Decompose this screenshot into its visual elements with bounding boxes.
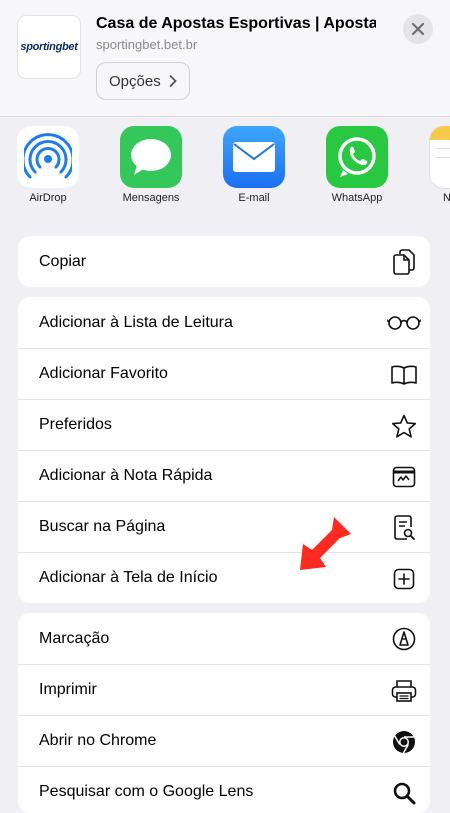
- action-label: Adicionar à Lista de Leitura: [39, 313, 233, 331]
- find-in-page-icon: [391, 515, 417, 541]
- action-label: Abrir no Chrome: [39, 732, 157, 749]
- app-airdrop[interactable]: AirDrop: [8, 126, 88, 204]
- site-logo: sportingbet: [20, 41, 78, 53]
- notes-icon: [430, 126, 450, 188]
- search-icon: [391, 780, 417, 806]
- action-label: Buscar na Página: [39, 518, 166, 535]
- mail-icon: [223, 126, 285, 188]
- app-mail[interactable]: E-mail: [214, 126, 294, 204]
- chevron-right-icon: [169, 75, 177, 87]
- book-icon: [391, 362, 417, 388]
- quick-note-icon: [391, 464, 417, 490]
- markup-icon: [391, 626, 417, 652]
- app-messages[interactable]: Mensagens: [111, 126, 191, 204]
- action-reading-list[interactable]: Adicionar à Lista de Leitura: [18, 297, 430, 348]
- action-open-in-chrome[interactable]: Abrir no Chrome: [18, 715, 430, 766]
- airdrop-icon: [17, 126, 79, 188]
- action-group-tools: Marcação Imprimir Abrir no Chrome Pesqui…: [18, 613, 430, 813]
- chrome-icon: [391, 729, 417, 755]
- action-markup[interactable]: Marcação: [18, 613, 430, 664]
- page-title: Casa de Apostas Esportivas | Aposta...: [96, 15, 376, 32]
- close-icon: [411, 22, 425, 36]
- action-label: Preferidos: [39, 416, 112, 433]
- action-label: Adicionar Favorito: [39, 365, 168, 382]
- messages-icon: [120, 126, 182, 188]
- options-label: Opções: [109, 72, 161, 90]
- action-print[interactable]: Imprimir: [18, 664, 430, 715]
- app-label: N: [443, 192, 450, 204]
- app-label: AirDrop: [29, 192, 67, 204]
- close-button[interactable]: [403, 14, 433, 44]
- whatsapp-icon: [326, 126, 388, 188]
- share-sheet-header: sportingbet Casa de Apostas Esportivas |…: [0, 0, 450, 117]
- printer-icon: [391, 678, 417, 704]
- share-app-row: AirDrop Mensagens E-mail WhatsApp N: [0, 116, 450, 216]
- page-domain: sportingbet.bet.br: [96, 37, 198, 52]
- app-label: Mensagens: [122, 192, 180, 204]
- glasses-icon: [387, 310, 421, 336]
- app-notes[interactable]: N: [420, 126, 450, 204]
- action-quick-note[interactable]: Adicionar à Nota Rápida: [18, 450, 430, 501]
- copy-icon: [391, 249, 417, 275]
- action-group-bookmarks: Adicionar à Lista de Leitura Adicionar F…: [18, 297, 430, 603]
- app-label: WhatsApp: [331, 192, 383, 204]
- action-google-lens[interactable]: Pesquisar com o Google Lens: [18, 766, 430, 813]
- action-label: Adicionar à Nota Rápida: [39, 467, 213, 484]
- options-button[interactable]: Opções: [96, 62, 190, 100]
- star-icon: [391, 413, 417, 439]
- add-square-icon: [391, 566, 417, 592]
- annotation-arrow-icon: [300, 517, 351, 570]
- site-thumbnail: sportingbet: [18, 16, 80, 78]
- action-add-bookmark[interactable]: Adicionar Favorito: [18, 348, 430, 399]
- app-label: E-mail: [238, 192, 270, 204]
- action-copy[interactable]: Copiar: [18, 236, 430, 287]
- action-label: Imprimir: [39, 681, 97, 698]
- app-whatsapp[interactable]: WhatsApp: [317, 126, 397, 204]
- action-find-in-page[interactable]: Buscar na Página: [18, 501, 430, 552]
- action-label: Copiar: [39, 252, 87, 270]
- action-label: Marcação: [39, 629, 110, 647]
- action-add-to-home-screen[interactable]: Adicionar à Tela de Início: [18, 552, 430, 603]
- action-label: Adicionar à Tela de Início: [39, 569, 218, 586]
- action-label: Pesquisar com o Google Lens: [39, 783, 254, 800]
- action-favorites[interactable]: Preferidos: [18, 399, 430, 450]
- action-group-copy: Copiar: [18, 236, 430, 287]
